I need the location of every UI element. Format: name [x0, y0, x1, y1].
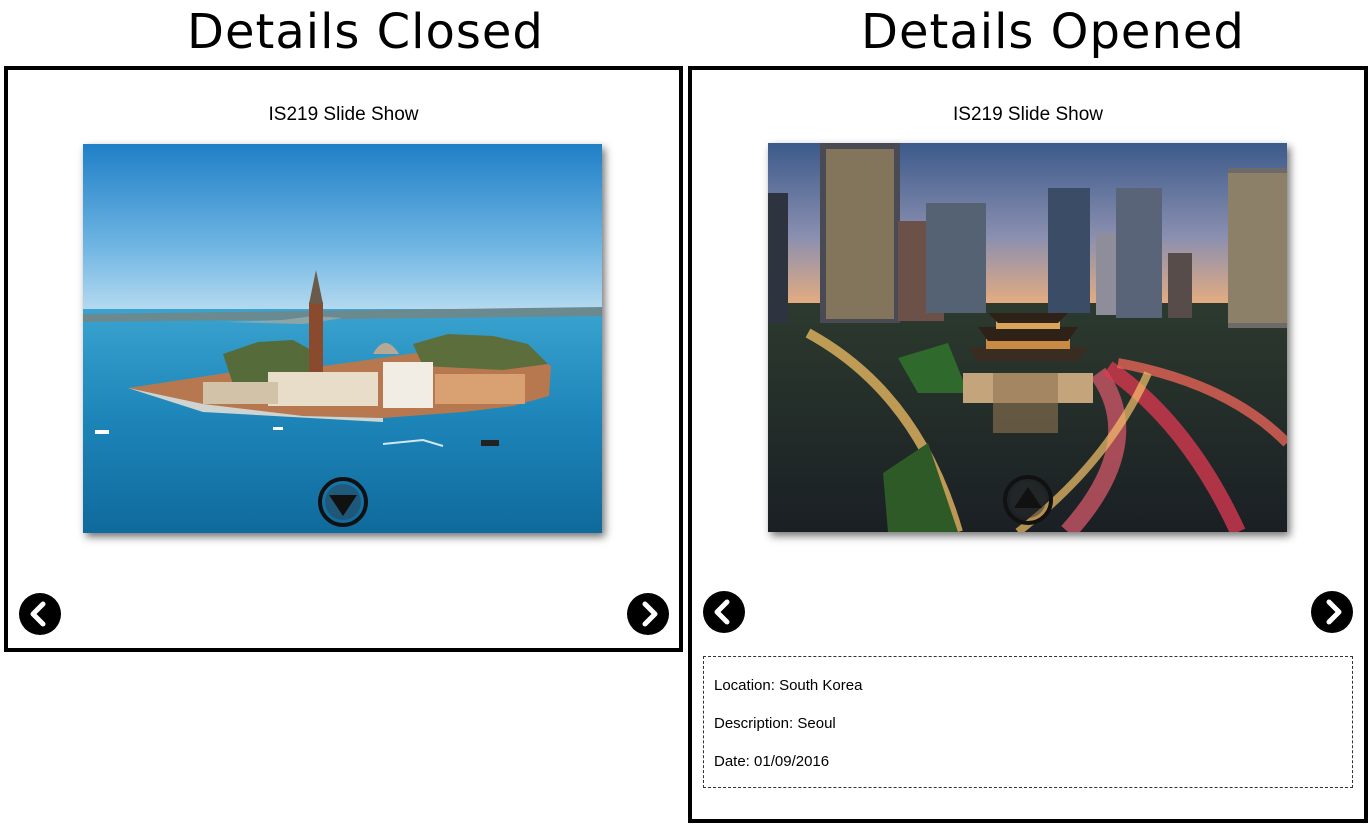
next-slide-button[interactable]	[1311, 591, 1353, 633]
chevron-right-icon	[1326, 599, 1342, 625]
previous-slide-button[interactable]	[703, 591, 745, 633]
toggle-details-up-icon[interactable]	[1003, 475, 1053, 525]
location-label: Location:	[714, 677, 775, 694]
location-row: Location: South Korea	[714, 677, 1352, 715]
chevron-left-icon	[30, 601, 46, 627]
slide-details-panel: Location: South Korea Description: Seoul D…	[703, 656, 1353, 788]
slideshow-title: IS219 Slide Show	[953, 104, 1103, 125]
previous-slide-button[interactable]	[19, 593, 61, 635]
venice-photo	[83, 144, 602, 533]
slide-photo	[83, 144, 602, 533]
next-slide-button[interactable]	[627, 593, 669, 635]
toggle-details-down-icon[interactable]	[318, 477, 368, 527]
location-value: South Korea	[779, 677, 863, 694]
chevron-right-icon	[642, 601, 658, 627]
slideshow-panel-closed: IS219 Slide Show	[4, 66, 683, 652]
date-value: 01/09/2016	[754, 753, 830, 770]
slide-photo	[768, 143, 1287, 532]
description-label: Description:	[714, 715, 794, 732]
description-row: Description: Seoul	[714, 715, 1352, 753]
description-value: Seoul	[797, 715, 836, 732]
slideshow-panel-opened: IS219 Slide Show Location: South Korea D…	[688, 66, 1368, 823]
seoul-photo	[768, 143, 1287, 532]
date-row: Date: 01/09/2016	[714, 753, 1352, 791]
details-opened-heading: Details Opened	[861, 4, 1245, 60]
slideshow-title: IS219 Slide Show	[268, 104, 419, 125]
date-label: Date:	[714, 753, 750, 770]
details-closed-heading: Details Closed	[187, 4, 544, 60]
chevron-left-icon	[714, 599, 730, 625]
